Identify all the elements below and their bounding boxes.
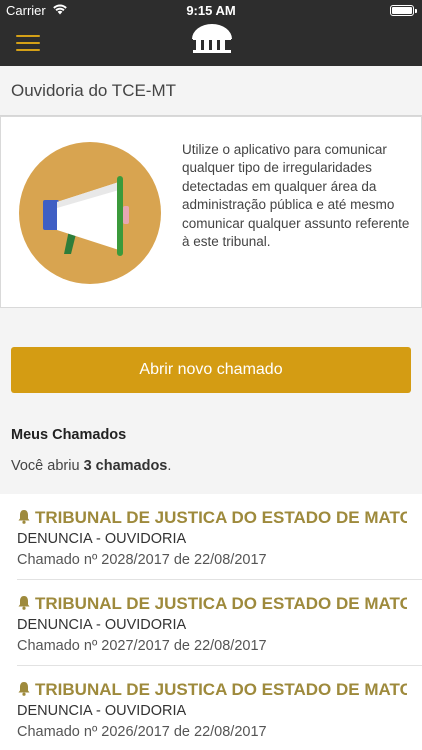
page-header: Ouvidoria do TCE-MT [0,66,422,116]
count-prefix: Você abriu [11,458,84,474]
bell-icon [18,682,30,696]
ticket-date: Chamado nº 2028/2017 de 22/08/2017 [17,552,267,568]
megaphone-icon [19,142,161,284]
count-value: 3 chamados [83,458,168,474]
battery-icon [390,5,417,16]
ticket-item[interactable]: TRIBUNAL DE JUSTICA DO ESTADO DE MATO GR… [0,580,422,666]
ticket-item[interactable]: TRIBUNAL DE JUSTICA DO ESTADO DE MATO GR… [0,666,422,750]
ticket-title: TRIBUNAL DE JUSTICA DO ESTADO DE MATO GR… [17,594,407,614]
my-tickets-title: Meus Chamados [11,427,127,443]
intro-card: Utilize o aplicativo para comunicar qual… [0,116,422,308]
ticket-title-text: TRIBUNAL DE JUSTICA DO ESTADO DE MATO GR… [35,594,407,613]
tce-building-logo-icon [192,24,232,53]
page-title: Ouvidoria do TCE-MT [11,81,177,100]
ticket-type: DENUNCIA - OUVIDORIA [17,703,187,719]
ticket-type: DENUNCIA - OUVIDORIA [17,531,187,547]
ticket-title: TRIBUNAL DE JUSTICA DO ESTADO DE MATO GR… [17,680,407,700]
ticket-date: Chamado nº 2026/2017 de 22/08/2017 [17,724,267,740]
ticket-title: TRIBUNAL DE JUSTICA DO ESTADO DE MATO GR… [17,508,407,528]
status-bar: Carrier 9:15 AM [0,0,422,20]
ticket-title-text: TRIBUNAL DE JUSTICA DO ESTADO DE MATO GR… [35,680,407,699]
tickets-list: TRIBUNAL DE JUSTICA DO ESTADO DE MATO GR… [0,494,422,750]
ticket-date: Chamado nº 2027/2017 de 22/08/2017 [17,638,267,654]
ticket-item[interactable]: TRIBUNAL DE JUSTICA DO ESTADO DE MATO GR… [0,494,422,580]
count-suffix: . [167,458,172,474]
intro-description: Utilize o aplicativo para comunicar qual… [182,142,410,250]
clock: 9:15 AM [186,3,236,18]
open-new-ticket-button[interactable]: Abrir novo chamado [11,347,411,393]
tickets-count-text: Você abriu 3 chamados. [11,458,171,474]
hamburger-menu-icon[interactable] [16,35,40,51]
ticket-type: DENUNCIA - OUVIDORIA [17,617,187,633]
ticket-title-text: TRIBUNAL DE JUSTICA DO ESTADO DE MATO GR… [35,508,407,527]
bell-icon [18,510,30,524]
bell-icon [18,596,30,610]
navbar [0,20,422,66]
